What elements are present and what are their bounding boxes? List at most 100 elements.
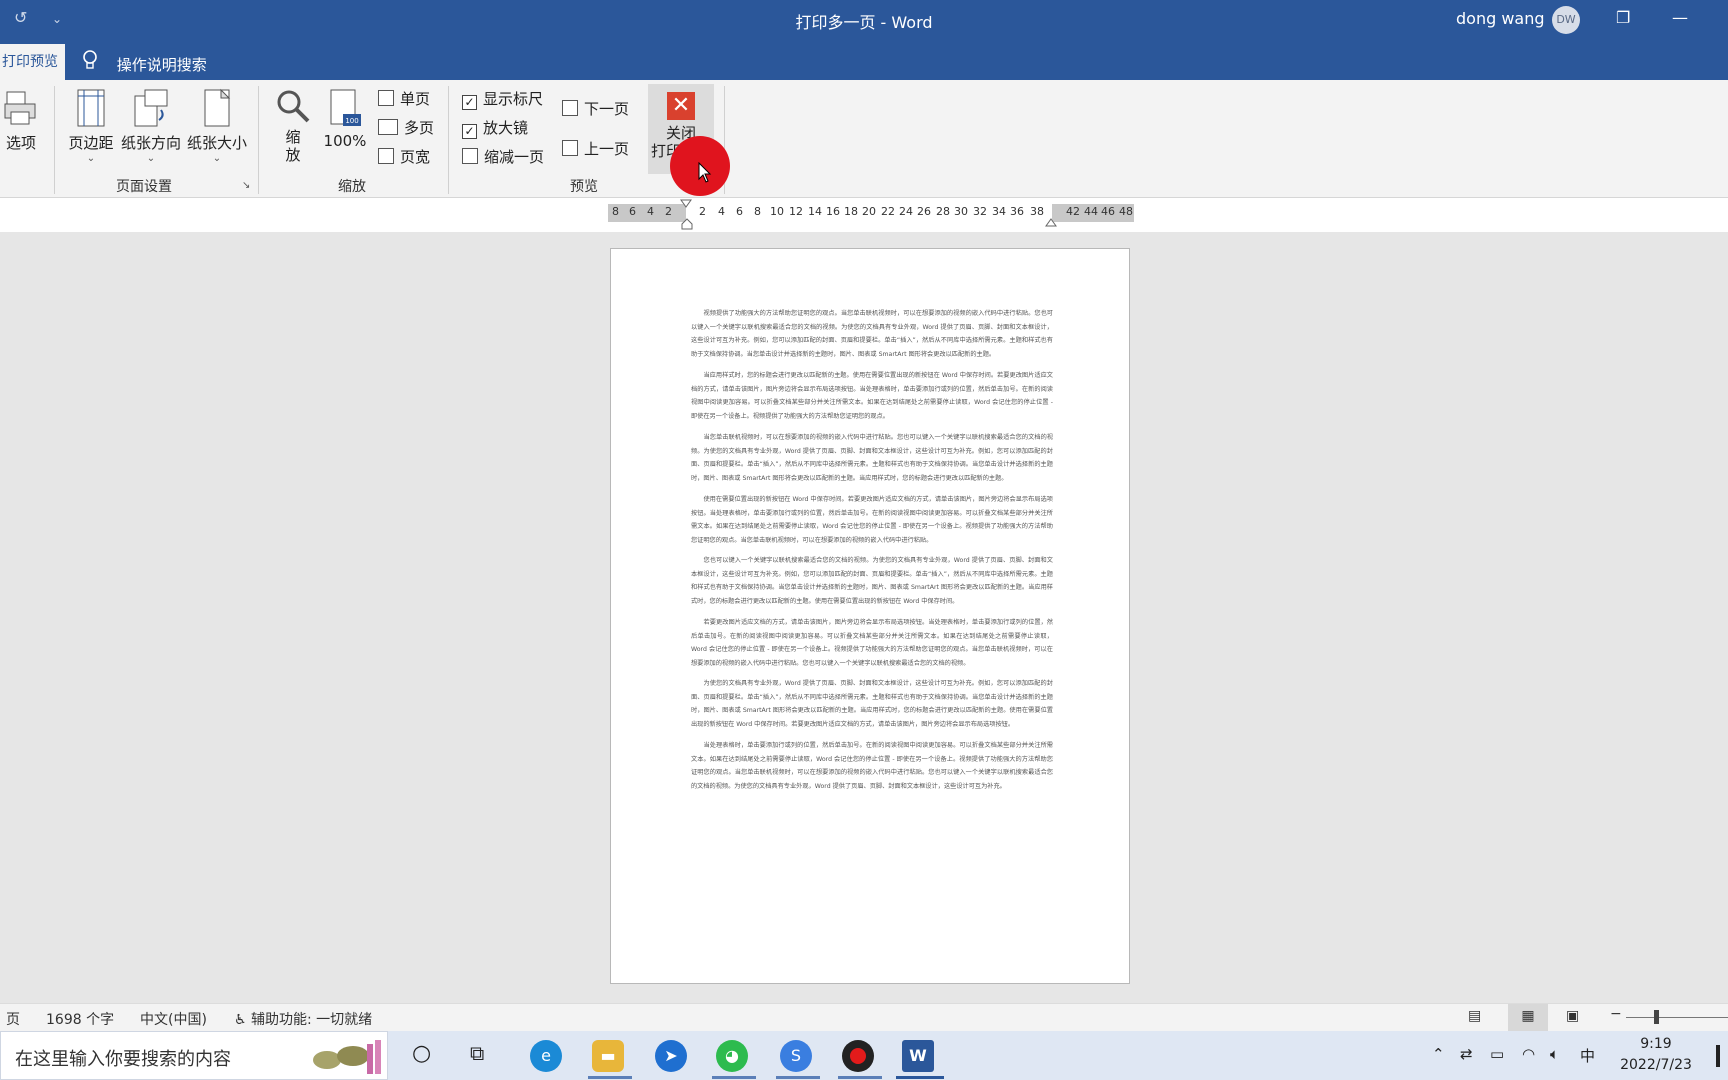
page-width-icon <box>378 148 394 164</box>
shrink-one-page-icon <box>462 148 478 164</box>
document-paragraph: 当应用样式时，您的标题会进行更改以匹配新的主题。使用在需要位置出现的新按钮在 W… <box>691 372 1053 420</box>
ruler-tick-label: 42 <box>1066 205 1080 218</box>
avatar[interactable]: DW <box>1552 6 1580 34</box>
lightbulb-icon <box>82 50 100 74</box>
magnifying-glass-icon <box>277 90 310 123</box>
group-label-zoom: 缩放 <box>338 179 366 195</box>
screen-recorder-icon[interactable] <box>842 1040 874 1072</box>
zoom-slider-thumb[interactable] <box>1654 1010 1659 1024</box>
ribbon-tab-bar: 打印预览 操作说明搜索 <box>0 40 1728 80</box>
multiple-pages-icon <box>378 119 398 135</box>
tell-me-search[interactable]: 操作说明搜索 <box>82 50 207 75</box>
file-explorer-icon[interactable]: ▬ <box>592 1040 624 1072</box>
ruler-tick-label: 2 <box>699 205 706 218</box>
zoom-button[interactable]: 缩 放 <box>270 88 316 164</box>
task-view-icon[interactable]: ⧉ <box>470 1041 484 1065</box>
user-name[interactable]: dong wang <box>1456 9 1545 28</box>
document-paragraph: 为使您的文档具有专业外观，Word 提供了页眉、页脚、封面和文本框设计，这些设计… <box>691 680 1053 728</box>
network-sync-icon[interactable]: ⇄ <box>1460 1045 1473 1063</box>
ruler-tick-label: 22 <box>881 205 895 218</box>
ruler-tick-label: 36 <box>1010 205 1024 218</box>
ruler-tick-label: 32 <box>973 205 987 218</box>
one-page-icon <box>378 90 394 106</box>
mouse-cursor-icon <box>698 162 712 183</box>
feishu-icon[interactable]: ➤ <box>655 1040 687 1072</box>
accessibility-label: 辅助功能: 一切就绪 <box>251 1012 373 1028</box>
clock-time: 9:19 <box>1640 1036 1672 1052</box>
show-ruler-label: 显示标尺 <box>483 90 544 108</box>
ruler-tick-label: 8 <box>754 205 761 218</box>
title-bar: ↺ ⌄ 打印多一页 - Word dong wang DW ❐ — <box>0 0 1728 40</box>
accessibility-status[interactable]: ♿ 辅助功能: 一切就绪 <box>234 1009 372 1029</box>
app-s-icon[interactable]: S <box>780 1040 812 1072</box>
page-width-button[interactable]: 页宽 <box>378 146 430 167</box>
hanging-indent-marker[interactable] <box>681 218 693 230</box>
options-label: 选项 <box>5 134 36 152</box>
accessibility-icon: ♿ <box>234 1012 247 1028</box>
one-page-button[interactable]: 单页 <box>378 88 430 109</box>
margins-icon <box>77 89 105 127</box>
ribbon-display-options-icon[interactable]: ❐ <box>1616 8 1630 27</box>
zoom-100-icon: 100 <box>330 89 361 126</box>
group-label-preview: 预览 <box>570 179 598 195</box>
multiple-pages-button[interactable]: 多页 <box>378 117 434 138</box>
print-layout-icon[interactable]: ▦ <box>1508 1004 1548 1031</box>
page-indicator[interactable]: 页 <box>6 1009 20 1029</box>
ruler-tick-label: 6 <box>629 205 636 218</box>
print-options-button[interactable]: 选项 <box>2 88 40 153</box>
ruler-tick-label: 4 <box>647 205 654 218</box>
show-ruler-checkbox[interactable]: ✓ 显示标尺 <box>462 88 543 110</box>
document-page[interactable]: 视频提供了功能强大的方法帮助您证明您的观点。当您单击联机视频时，可以在想要添加的… <box>610 248 1130 984</box>
page-setup-launcher-icon[interactable]: ↘ <box>242 180 250 191</box>
tab-print-preview[interactable]: 打印预览 <box>0 44 65 80</box>
document-paragraph: 当您单击联机视频时，可以在想要添加的视频的嵌入代码中进行粘贴。您也可以键入一个关… <box>691 434 1053 482</box>
previous-page-icon <box>562 140 578 156</box>
ruler-tick-label: 30 <box>954 205 968 218</box>
previous-page-button[interactable]: 上一页 <box>562 138 629 159</box>
word-count[interactable]: 1698 个字 <box>46 1009 114 1029</box>
printer-icon <box>4 91 36 125</box>
zoom-100-button[interactable]: 100 100% <box>322 88 368 150</box>
show-desktop-button[interactable] <box>1716 1045 1720 1067</box>
search-highlight-illustration-icon <box>313 1040 381 1074</box>
show-ruler-check-icon: ✓ <box>462 95 477 110</box>
wifi-icon[interactable]: ◠ <box>1522 1045 1535 1063</box>
minimize-button[interactable]: — <box>1672 8 1688 27</box>
battery-icon[interactable]: ▭ <box>1490 1045 1504 1063</box>
edge-browser-icon[interactable]: e <box>530 1040 562 1072</box>
show-hidden-icons-icon[interactable]: ⌃ <box>1432 1045 1445 1063</box>
margins-button[interactable]: 页边距 ⌄ <box>66 88 116 164</box>
word-app-icon[interactable]: W <box>902 1040 934 1072</box>
taskbar-clock[interactable]: 9:19 2022/7/23 <box>1612 1034 1700 1076</box>
ruler-tick-label: 16 <box>826 205 840 218</box>
orientation-button[interactable]: 纸张方向 ⌄ <box>118 88 184 164</box>
magnifier-checkbox[interactable]: ✓ 放大镜 <box>462 117 528 139</box>
next-page-button[interactable]: 下一页 <box>562 98 629 119</box>
orientation-label: 纸张方向 <box>120 134 181 152</box>
volume-icon[interactable]: 🔈︎ <box>1550 1045 1559 1063</box>
language-indicator[interactable]: 中文(中国) <box>140 1009 207 1029</box>
wechat-icon[interactable]: ◕ <box>716 1040 748 1072</box>
ruler-tick-label: 18 <box>844 205 858 218</box>
close-icon: ✕ <box>667 92 695 120</box>
next-page-icon <box>562 100 578 116</box>
ime-indicator[interactable]: 中 <box>1580 1045 1595 1066</box>
margins-label: 页边距 <box>68 134 114 152</box>
zoom-slider[interactable] <box>1626 1017 1728 1018</box>
ruler-tick-label: 24 <box>899 205 913 218</box>
read-mode-icon[interactable]: ▤ <box>1468 1008 1481 1024</box>
page-size-button[interactable]: 纸张大小 ⌄ <box>184 88 250 164</box>
web-layout-icon[interactable]: ▣ <box>1566 1008 1579 1024</box>
ruler-tick-label: 6 <box>736 205 743 218</box>
ruler-tick-label: 38 <box>1030 205 1044 218</box>
document-paragraph: 视频提供了功能强大的方法帮助您证明您的观点。当您单击联机视频时，可以在想要添加的… <box>691 310 1053 358</box>
first-line-indent-marker[interactable] <box>680 199 692 209</box>
cortana-icon[interactable]: ○ <box>412 1041 431 1066</box>
zoom-out-icon[interactable]: − <box>1610 1006 1622 1022</box>
zoom-100-label: 100% <box>323 132 367 150</box>
right-indent-marker[interactable] <box>1045 218 1057 228</box>
taskbar-search-box[interactable]: 在这里输入你要搜索的内容 <box>0 1031 388 1080</box>
shrink-one-page-label: 缩减一页 <box>484 148 545 166</box>
ruler-tick-label: 2 <box>665 205 672 218</box>
shrink-one-page-button[interactable]: 缩减一页 <box>462 146 544 167</box>
